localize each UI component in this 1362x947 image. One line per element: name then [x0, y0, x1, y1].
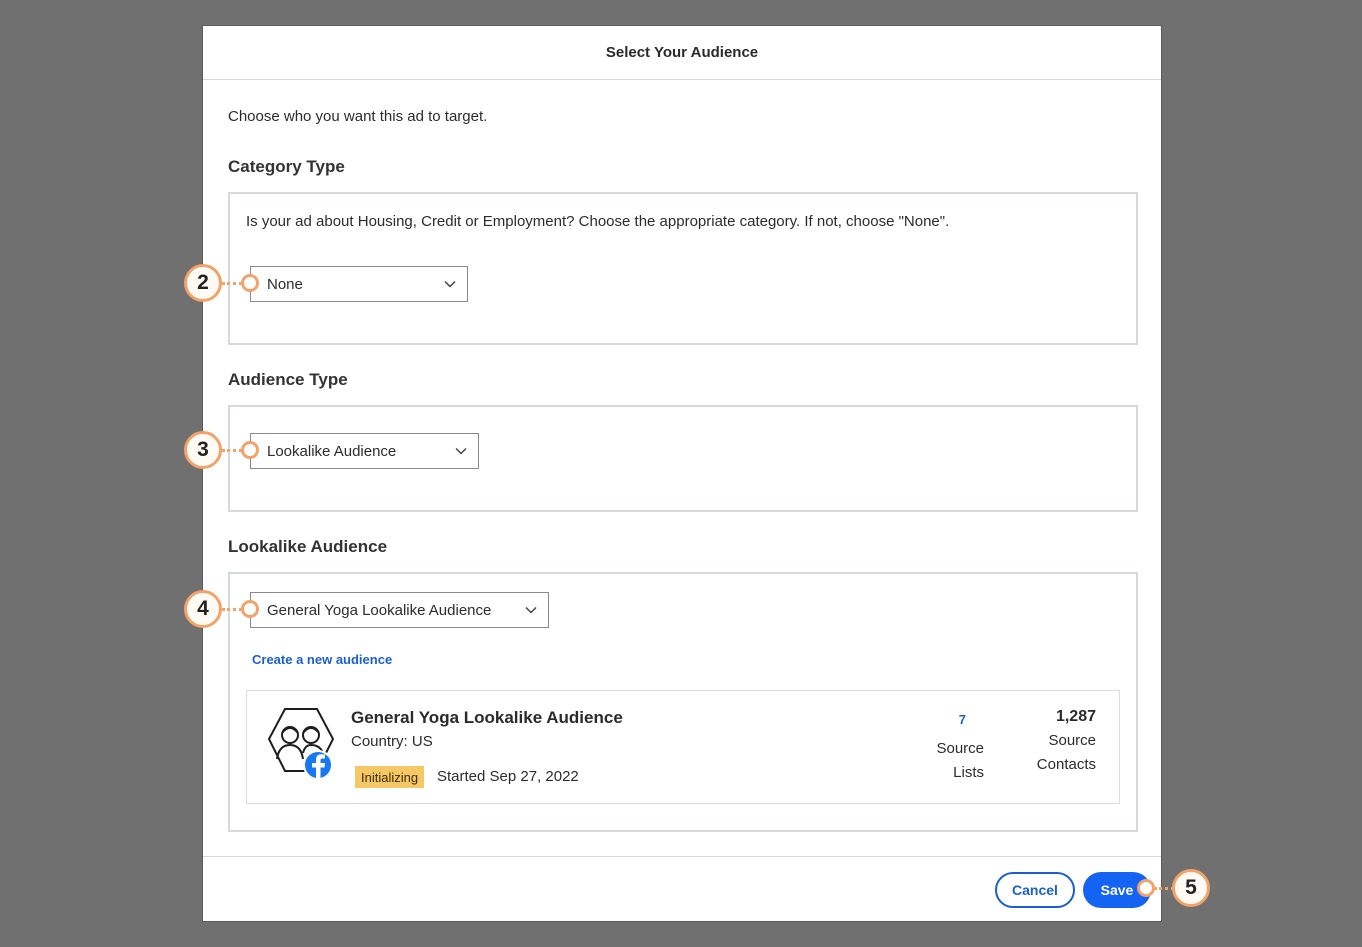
chevron-down-icon — [444, 280, 456, 288]
lookalike-selected-value: General Yoga Lookalike Audience — [267, 601, 492, 619]
started-date: Started Sep 27, 2022 — [437, 768, 579, 785]
callout-badge: 5 — [1172, 869, 1210, 907]
callout-connector — [222, 449, 242, 452]
callout-target-dot — [241, 274, 259, 292]
create-new-audience-link[interactable]: Create a new audience — [252, 652, 392, 667]
callout-connector — [222, 608, 242, 611]
audience-name: General Yoga Lookalike Audience — [351, 708, 623, 727]
source-lists-count[interactable]: 7 — [936, 709, 984, 731]
source-contacts-count: 1,287 — [1055, 708, 1096, 725]
callout-target-dot — [241, 600, 259, 618]
modal-title: Select Your Audience — [203, 26, 1161, 80]
lookalike-audience-heading: Lookalike Audience — [228, 537, 388, 556]
category-selected-value: None — [267, 275, 303, 293]
audience-type-select[interactable]: Lookalike Audience — [250, 433, 479, 469]
callout-target-dot — [241, 441, 259, 459]
lookalike-audience-box: General Yoga Lookalike Audience Create a… — [228, 572, 1138, 832]
category-type-box: Is your ad about Housing, Credit or Empl… — [228, 192, 1138, 345]
callout-badge: 4 — [184, 590, 222, 628]
select-audience-modal: Select Your Audience Choose who you want… — [202, 25, 1162, 922]
chevron-down-icon — [525, 606, 537, 614]
lookalike-audience-select[interactable]: General Yoga Lookalike Audience — [250, 592, 549, 628]
source-contacts-stat: 1,287 Source Contacts — [1037, 705, 1096, 777]
audience-country: Country: US — [351, 733, 433, 750]
facebook-icon — [303, 750, 333, 780]
source-lists-label-2: Lists — [953, 764, 984, 781]
category-description: Is your ad about Housing, Credit or Empl… — [246, 213, 950, 230]
audience-type-selected-value: Lookalike Audience — [267, 442, 397, 460]
intro-text: Choose who you want this ad to target. — [228, 108, 488, 125]
audience-card: General Yoga Lookalike Audience Country:… — [246, 690, 1120, 804]
source-contacts-label-2: Contacts — [1036, 756, 1096, 773]
audience-type-box: Lookalike Audience — [228, 405, 1138, 512]
chevron-down-icon — [455, 447, 467, 455]
source-lists-label-1: Source — [936, 740, 984, 757]
callout-badge: 3 — [184, 431, 222, 469]
callout-connector — [222, 282, 242, 285]
category-type-heading: Category Type — [228, 157, 345, 176]
callout-badge: 2 — [184, 264, 222, 302]
callout-connector — [1154, 887, 1174, 890]
lookalike-audience-hexagon-icon — [267, 708, 335, 780]
audience-type-heading: Audience Type — [228, 370, 348, 389]
cancel-button[interactable]: Cancel — [995, 872, 1075, 908]
category-select[interactable]: None — [250, 266, 468, 302]
source-contacts-label-1: Source — [1048, 732, 1096, 749]
source-lists-stat: 7 Source Lists — [936, 709, 984, 785]
status-badge: Initializing — [355, 766, 425, 788]
footer-divider — [203, 856, 1161, 857]
callout-target-dot — [1137, 879, 1155, 897]
